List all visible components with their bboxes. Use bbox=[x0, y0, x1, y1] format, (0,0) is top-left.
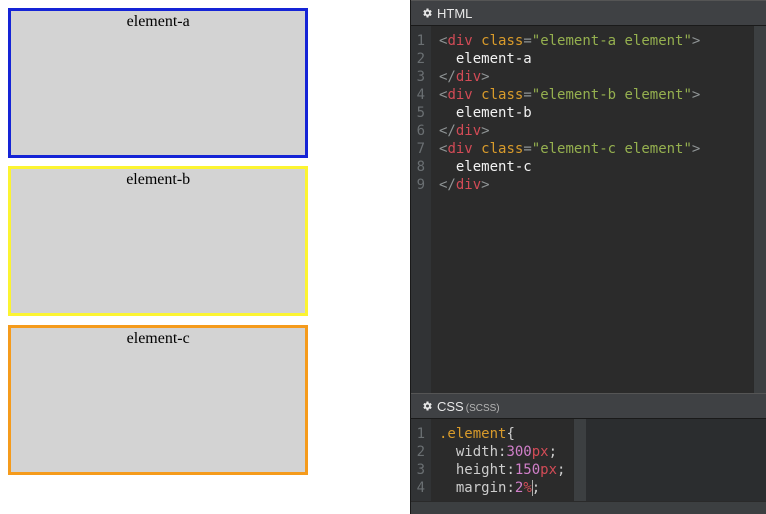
preview-element-a-label: element-a bbox=[127, 13, 190, 30]
css-scrollbar-horizontal[interactable] bbox=[411, 501, 766, 514]
html-scrollbar-vertical[interactable] bbox=[753, 26, 766, 393]
html-panel: HTML 123456789 <div class="element-a ele… bbox=[411, 0, 766, 393]
css-panel: CSS(SCSS) 1234 .element{ width:300px; he… bbox=[411, 393, 766, 514]
html-panel-title: HTML bbox=[437, 6, 472, 21]
html-panel-header[interactable]: HTML bbox=[411, 0, 766, 26]
html-gutter: 123456789 bbox=[411, 26, 431, 393]
preview-element-b-label: element-b bbox=[126, 171, 190, 188]
preview-element-a: element-a bbox=[8, 8, 308, 158]
editor-pane: HTML 123456789 <div class="element-a ele… bbox=[410, 0, 766, 514]
css-panel-header[interactable]: CSS(SCSS) bbox=[411, 393, 766, 419]
gear-icon[interactable] bbox=[421, 2, 433, 28]
css-code[interactable]: .element{ width:300px; height:150px; mar… bbox=[431, 419, 573, 501]
html-code-editor[interactable]: 123456789 <div class="element-a element"… bbox=[411, 26, 753, 393]
css-scrollbar-vertical[interactable] bbox=[573, 419, 586, 501]
css-panel-title: CSS bbox=[437, 399, 464, 414]
css-code-editor[interactable]: 1234 .element{ width:300px; height:150px… bbox=[411, 419, 573, 501]
preview-element-c-label: element-c bbox=[127, 330, 190, 347]
html-code[interactable]: <div class="element-a element"> element-… bbox=[431, 26, 708, 393]
preview-pane: element-a element-b element-c bbox=[0, 0, 410, 514]
css-gutter: 1234 bbox=[411, 419, 431, 501]
preview-element-c: element-c bbox=[8, 325, 308, 475]
css-panel-subtitle: (SCSS) bbox=[466, 403, 500, 414]
preview-element-b: element-b bbox=[8, 166, 308, 316]
gear-icon[interactable] bbox=[421, 395, 433, 421]
